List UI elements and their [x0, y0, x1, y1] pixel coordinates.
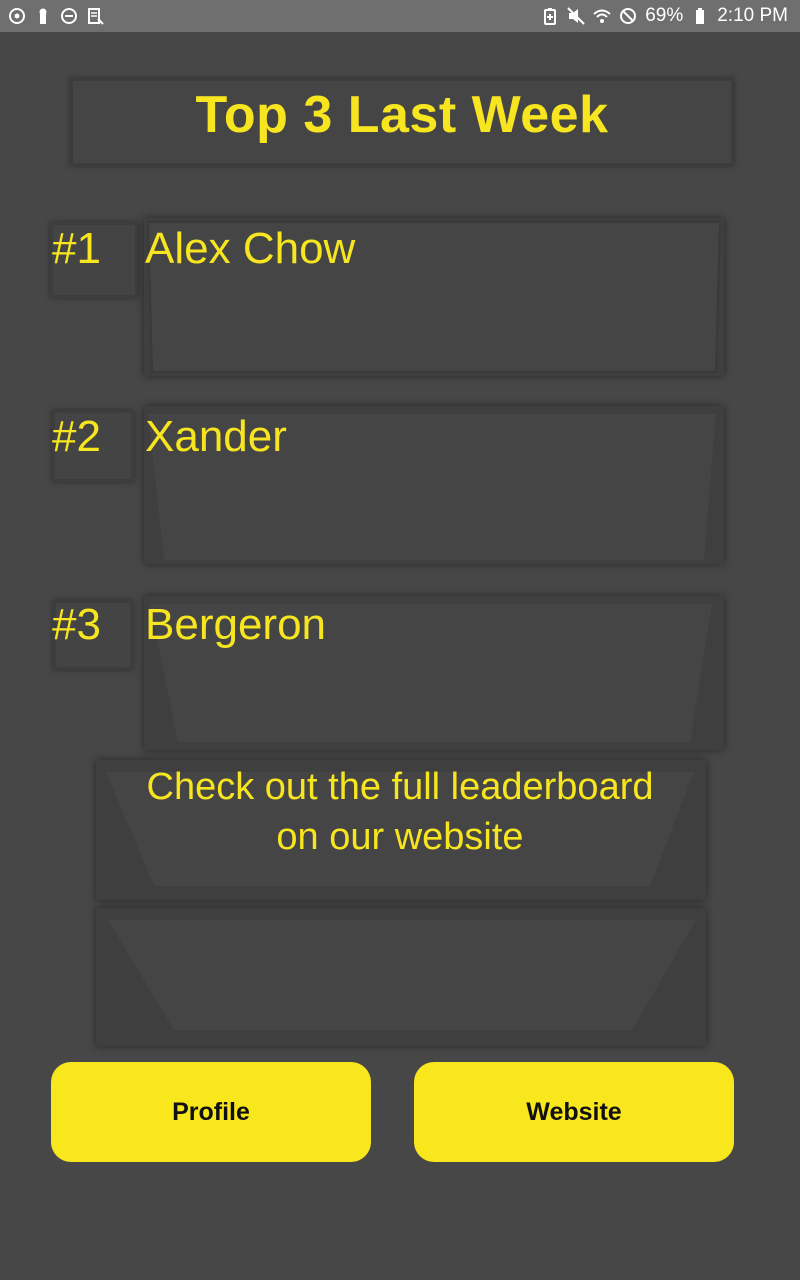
empty-card [96, 908, 706, 1046]
clock: 2:10 PM [717, 5, 788, 26]
title-box: Top 3 Last Week [70, 78, 734, 166]
minus-circle-icon [60, 7, 78, 25]
rank-number-2: #2 [52, 412, 101, 461]
website-button[interactable]: Website [414, 1062, 734, 1162]
empty-card-panel [108, 920, 696, 1030]
message-line-2: on our website [276, 816, 524, 858]
leaderboard-message: Check out the full leaderboard on our we… [0, 762, 800, 862]
rank-name-1: Alex Chow [145, 224, 356, 273]
sync-icon [8, 7, 26, 25]
document-icon [86, 7, 104, 25]
rank-number-3: #3 [52, 600, 101, 649]
mute-icon [567, 7, 585, 25]
rank-name-2: Xander [145, 412, 287, 461]
status-left-icons [8, 7, 104, 25]
status-right-icons: 69% 2:10 PM [541, 5, 788, 27]
page-title: Top 3 Last Week [195, 86, 609, 144]
blocked-icon [619, 7, 637, 25]
rank-number-1: #1 [52, 224, 101, 273]
wifi-icon [593, 7, 611, 25]
profile-button[interactable]: Profile [51, 1062, 371, 1162]
battery-saver-icon [541, 7, 559, 25]
battery-icon [691, 7, 709, 25]
battery-percent: 69% [645, 5, 684, 26]
keyhole-icon [34, 7, 52, 25]
rank-name-3: Bergeron [145, 600, 327, 649]
status-bar: 69% 2:10 PM [0, 0, 800, 32]
message-line-1: Check out the full leaderboard [146, 766, 654, 808]
